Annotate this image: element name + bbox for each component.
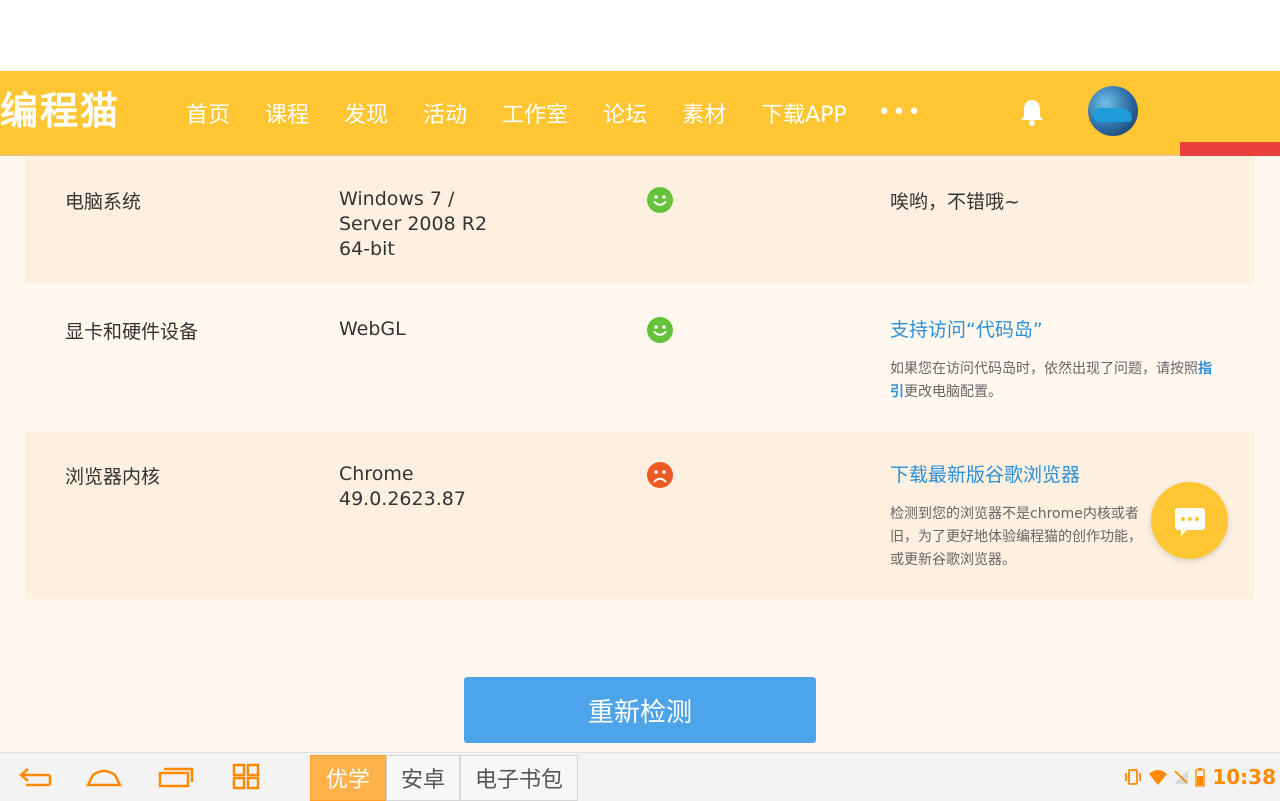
nav-studio[interactable]: 工作室	[502, 97, 568, 129]
sad-face-icon	[647, 462, 673, 488]
tab-youxue[interactable]: 优学	[310, 755, 386, 801]
row-result: 唉哟，不错哦~	[890, 187, 1230, 214]
notification-bell-icon[interactable]	[1017, 97, 1047, 127]
nav-forum[interactable]: 论坛	[603, 97, 647, 129]
row-value: Chrome 49.0.2623.87	[339, 463, 466, 510]
wifi-icon	[1149, 770, 1168, 785]
row-label: 显卡和硬件设备	[65, 321, 199, 343]
tab-ebook-bag[interactable]: 电子书包	[460, 755, 578, 801]
status-area: 10:38	[1124, 753, 1276, 801]
back-icon[interactable]	[16, 763, 52, 791]
row-value: Windows 7 / Server 2008 R2 64-bit	[339, 188, 488, 260]
chat-icon	[1175, 508, 1205, 536]
nav-materials[interactable]: 素材	[682, 97, 726, 129]
app-grid-icon[interactable]	[230, 763, 266, 791]
result-row-system: 电脑系统 Windows 7 / Server 2008 R2 64-bit 唉…	[25, 156, 1254, 284]
clock: 10:38	[1212, 765, 1276, 789]
check-results-panel: 电脑系统 Windows 7 / Server 2008 R2 64-bit 唉…	[0, 156, 1280, 752]
nav-discover[interactable]: 发现	[344, 97, 388, 129]
smile-face-icon	[647, 317, 673, 343]
result-row-browser: 浏览器内核 Chrome 49.0.2623.87 下载最新版谷歌浏览器 检测到…	[25, 432, 1254, 599]
battery-icon	[1195, 768, 1206, 787]
smile-face-icon	[647, 187, 673, 213]
nav-courses[interactable]: 课程	[265, 97, 309, 129]
recent-apps-icon[interactable]	[158, 763, 194, 791]
vibrate-icon	[1125, 769, 1142, 785]
more-menu-icon[interactable]: •••	[878, 100, 923, 125]
result-description: 如果您在访问代码岛时，依然出现了问题，请按照指引更改电脑配置。	[890, 361, 1212, 400]
home-icon[interactable]	[86, 763, 122, 791]
nav-download-app[interactable]: 下载APP	[761, 97, 847, 129]
chat-support-button[interactable]	[1151, 482, 1228, 559]
site-logo[interactable]: 编程猫	[0, 89, 120, 133]
recheck-button[interactable]: 重新检测	[464, 677, 816, 743]
system-nav-bar: 优学 安卓 电子书包 10:38	[0, 752, 1280, 801]
user-avatar[interactable]	[1088, 86, 1138, 136]
result-description: 检测到您的浏览器不是chrome内核或者 旧，为了更好地体验编程猫的创作功能， …	[890, 506, 1142, 568]
result-row-graphics: 显卡和硬件设备 WebGL 支持访问“代码岛” 如果您在访问代码岛时，依然出现了…	[25, 286, 1254, 430]
row-result: 支持访问“代码岛” 如果您在访问代码岛时，依然出现了问题，请按照指引更改电脑配置…	[890, 315, 1230, 404]
nav-activities[interactable]: 活动	[423, 97, 467, 129]
result-title: 唉哟，不错哦~	[890, 191, 1020, 213]
no-signal-icon	[1174, 770, 1189, 784]
row-label: 电脑系统	[65, 191, 142, 213]
main-nav: 首页 课程 发现 活动 工作室 论坛 素材 下载APP •••	[186, 71, 923, 154]
tab-android[interactable]: 安卓	[386, 755, 460, 801]
row-value: WebGL	[339, 318, 406, 340]
code-island-link[interactable]: 支持访问“代码岛”	[890, 315, 1230, 342]
nav-home[interactable]: 首页	[186, 97, 230, 129]
row-label: 浏览器内核	[65, 466, 161, 488]
